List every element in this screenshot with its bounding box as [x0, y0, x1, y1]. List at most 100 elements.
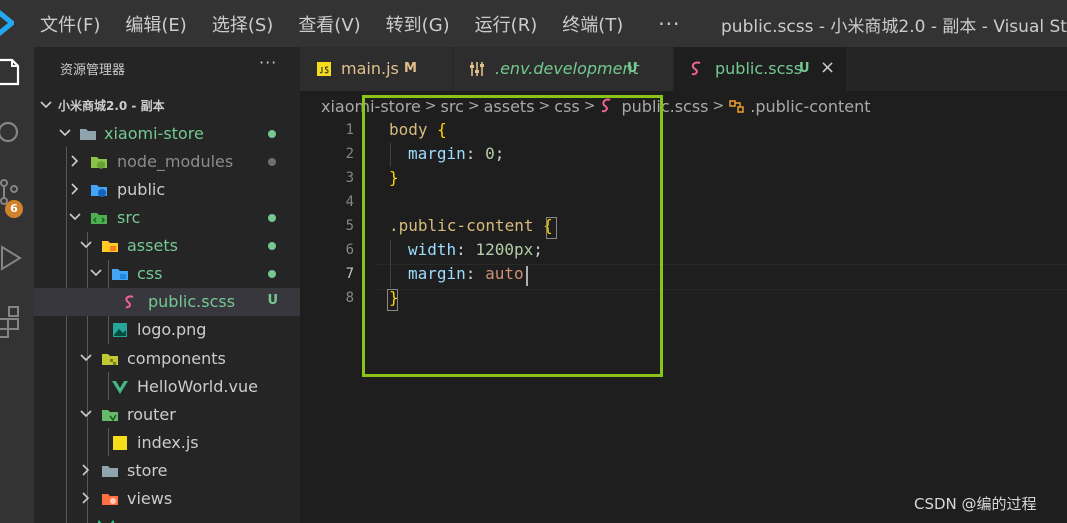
chevron-down-icon — [59, 129, 71, 137]
git-status-untracked: U — [627, 61, 638, 76]
line-number: 3 — [345, 170, 354, 186]
tree-item-views[interactable]: views — [34, 485, 300, 513]
line-number: 5 — [345, 218, 354, 234]
chevron-right-icon: > — [712, 98, 725, 114]
router-folder-icon — [102, 410, 118, 422]
explorer-sidebar: 资源管理器 ··· 小米商城2.0 - 副本 xiaomi-store node… — [34, 47, 300, 523]
vue-file-icon — [112, 381, 128, 394]
env-settings-icon — [470, 62, 484, 76]
tree-item-node-modules[interactable]: node_modules — [34, 148, 300, 176]
chevron-down-icon — [80, 241, 92, 249]
chevron-right-icon — [71, 183, 79, 195]
breadcrumb-item[interactable]: .public-content — [750, 97, 870, 116]
vscode-logo-icon — [0, 10, 14, 36]
explorer-more-button[interactable]: ··· — [259, 53, 277, 72]
chevron-down-icon — [80, 410, 92, 418]
tree-item-label: assets — [127, 236, 178, 255]
menu-selection[interactable]: 选择(S) — [212, 11, 273, 37]
folder-open-icon — [80, 129, 96, 140]
views-folder-icon — [102, 494, 118, 505]
scss-file-icon — [691, 61, 701, 76]
tree-item-logo-png[interactable]: logo.png — [34, 316, 300, 344]
menu-run[interactable]: 运行(R) — [475, 11, 538, 37]
components-folder-icon — [102, 354, 118, 365]
image-file-icon — [113, 323, 127, 337]
editor-tab-bar: main.js M .env.development U public.scss… — [300, 47, 1067, 91]
extensions-icon[interactable] — [0, 305, 34, 339]
status-dot — [268, 158, 276, 166]
menu-file[interactable]: 文件(F) — [40, 11, 100, 37]
tree-item-assets[interactable]: assets — [34, 232, 300, 260]
tab-label: main.js — [341, 59, 399, 78]
tree-item-label: src — [117, 208, 141, 227]
window-title: public.scss - 小米商城2.0 - 副本 - Visual Stu — [721, 17, 1067, 37]
workspace-name: 小米商城2.0 - 副本 — [58, 99, 165, 113]
assets-folder-icon — [102, 241, 118, 252]
tree-item-index-js[interactable]: index.js — [34, 429, 300, 457]
vue-file-icon — [98, 520, 114, 523]
tab-public-scss[interactable]: public.scss U × — [674, 47, 847, 91]
tree-item-css[interactable]: css — [34, 260, 300, 288]
line-number: 6 — [345, 242, 354, 258]
search-icon[interactable] — [0, 116, 34, 150]
tree-item-label: index.js — [137, 433, 199, 452]
tree-item-label: public — [117, 180, 166, 199]
folder-icon — [102, 466, 118, 477]
scss-file-icon — [125, 295, 134, 309]
explorer-header: 资源管理器 — [60, 63, 126, 78]
activity-bar: 6 — [0, 47, 34, 523]
watermark: CSDN @编的过程 — [914, 495, 1037, 513]
chevron-down-icon — [90, 269, 102, 277]
source-control-badge: 6 — [5, 200, 23, 218]
chevron-down-icon — [80, 354, 92, 362]
menu-edit[interactable]: 编辑(E) — [125, 11, 186, 37]
status-dot — [268, 130, 276, 138]
git-status-modified: M — [404, 61, 417, 76]
run-debug-icon[interactable] — [0, 243, 34, 277]
menu-more-button[interactable]: ··· — [658, 12, 680, 36]
tree-item-router[interactable]: router — [34, 401, 300, 429]
tab-main-js[interactable]: main.js M — [300, 47, 453, 91]
tree-item-label: views — [127, 489, 173, 508]
menu-view[interactable]: 查看(V) — [298, 11, 360, 37]
tab-env-development[interactable]: .env.development U — [453, 47, 674, 91]
tree-item-label: css — [137, 264, 163, 283]
menu-terminal[interactable]: 终端(T) — [562, 11, 623, 37]
src-folder-icon — [91, 213, 107, 224]
tree-item-label: xiaomi-store — [104, 124, 204, 143]
menu-go[interactable]: 转到(G) — [386, 11, 450, 37]
tree-item-label: HelloWorld.vue — [137, 377, 258, 396]
chevron-down-icon — [40, 101, 52, 109]
chevron-right-icon — [82, 464, 90, 476]
line-number: 4 — [345, 194, 354, 210]
tree-item-public[interactable]: public — [34, 176, 300, 204]
status-dot — [268, 242, 276, 250]
tree-item-label: node_modules — [117, 152, 234, 171]
explorer-icon[interactable] — [0, 56, 34, 90]
tree-item-label: components — [127, 349, 226, 368]
tree-item-label: router — [127, 405, 176, 424]
tree-item-label: logo.png — [137, 320, 207, 339]
status-dot — [268, 214, 276, 222]
tree-item-xiaomi-store[interactable]: xiaomi-store — [34, 120, 300, 148]
tree-item-src[interactable]: src — [34, 204, 300, 232]
css-folder-icon — [112, 269, 128, 280]
tree-item-helloworld-vue[interactable]: HelloWorld.vue — [34, 373, 300, 401]
chevron-right-icon — [82, 492, 90, 504]
tree-item-store[interactable]: store — [34, 457, 300, 485]
symbol-class-icon — [729, 100, 744, 113]
menu-bar: 文件(F) 编辑(E) 选择(S) 查看(V) 转到(G) 运行(R) 终端(T… — [40, 0, 714, 47]
tab-label: .env.development — [495, 59, 639, 78]
line-number: 7 — [345, 266, 354, 282]
chevron-right-icon — [71, 155, 79, 167]
js-file-icon — [317, 62, 331, 76]
chevron-down-icon — [69, 213, 81, 221]
workspace-section-header[interactable]: 小米商城2.0 - 副本 — [34, 93, 300, 117]
tree-item-label: store — [127, 461, 168, 480]
js-file-icon — [113, 436, 127, 450]
close-tab-icon[interactable]: × — [820, 57, 835, 78]
tree-item-label: public.scss — [148, 292, 236, 311]
tree-item-public-scss[interactable]: public.scss U — [34, 288, 300, 316]
status-dot — [268, 270, 276, 278]
tree-item-components[interactable]: components — [34, 345, 300, 373]
